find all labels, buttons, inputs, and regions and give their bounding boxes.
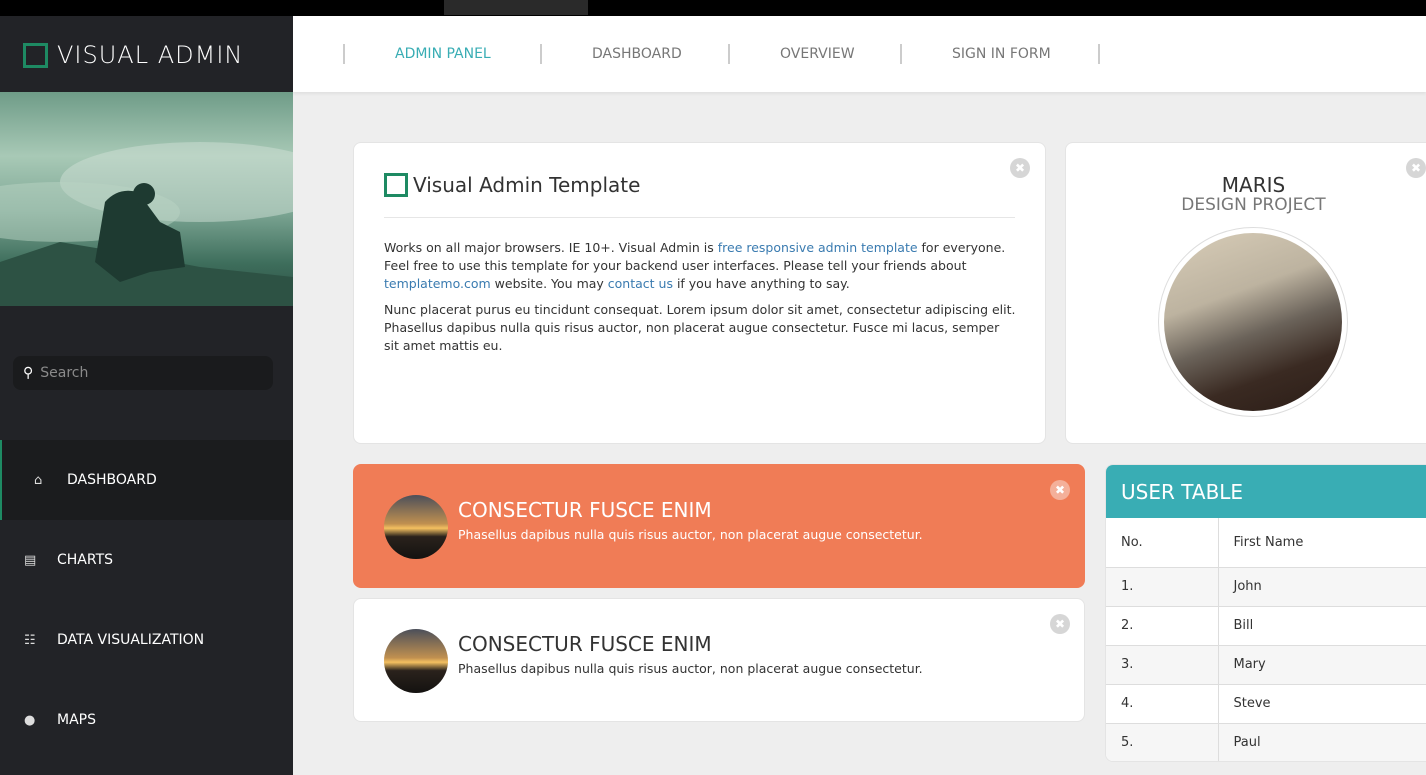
menu-dashboard[interactable]: DASHBOARD bbox=[592, 46, 682, 62]
column-header-first-name: First Name bbox=[1233, 534, 1304, 550]
sidebar-item-dashboard[interactable]: ⌂ DASHBOARD bbox=[0, 440, 293, 520]
search-icon: ⚲ bbox=[23, 365, 34, 381]
profile-subtitle: DESIGN PROJECT bbox=[1181, 195, 1326, 215]
square-icon bbox=[384, 173, 408, 197]
table-row[interactable]: 1. John bbox=[1106, 566, 1426, 606]
divider bbox=[384, 217, 1015, 218]
sidebar-hero-image bbox=[0, 92, 293, 306]
profile-image bbox=[1158, 227, 1348, 417]
close-icon[interactable]: ✖ bbox=[1010, 158, 1030, 178]
divider bbox=[900, 44, 902, 64]
templatemo-link[interactable]: templatemo.com bbox=[384, 276, 491, 291]
sidebar-item-label: MAPS bbox=[57, 712, 96, 728]
browser-top-bar bbox=[0, 0, 1426, 16]
table-header-row: No. First Name bbox=[1106, 518, 1426, 567]
admin-template-link[interactable]: free responsive admin template bbox=[718, 240, 918, 255]
media-card-orange: ✖ CONSECTUR FUSCE ENIM Phasellus dapibus… bbox=[353, 464, 1085, 588]
sunset-thumbnail bbox=[384, 495, 448, 559]
browser-tab[interactable] bbox=[444, 0, 588, 15]
logo-square-icon bbox=[23, 42, 48, 68]
table-row[interactable]: 4. Steve bbox=[1106, 683, 1426, 723]
table-row[interactable]: 5. Paul bbox=[1106, 722, 1426, 761]
profile-card: ✖ MARIS DESIGN PROJECT bbox=[1065, 142, 1426, 444]
app-title: VISUAL ADMIN bbox=[57, 41, 244, 69]
hiker-illustration bbox=[0, 142, 293, 306]
divider bbox=[1098, 44, 1100, 64]
user-table-card: USER TABLE No. First Name 1. John 2. Bill 3… bbox=[1105, 464, 1426, 762]
intro-paragraph-2: Nunc placerat purus eu tincidunt consequ… bbox=[384, 302, 1016, 353]
column-header-no: No. bbox=[1106, 518, 1219, 567]
search-box[interactable]: ⚲ bbox=[13, 356, 273, 390]
sidebar-item-charts[interactable]: ▤ CHARTS bbox=[0, 520, 293, 600]
divider bbox=[540, 44, 542, 64]
divider bbox=[728, 44, 730, 64]
sidebar: VISUAL ADMIN ⚲ ⌂ DASHBOARD ▤ CHARTS ☷ DATA … bbox=[0, 16, 293, 775]
top-nav: ADMIN PANEL DASHBOARD OVERVIEW SIGN IN F… bbox=[293, 16, 1426, 92]
contact-us-link[interactable]: contact us bbox=[608, 276, 673, 291]
menu-overview[interactable]: OVERVIEW bbox=[780, 46, 855, 62]
bike-rack-photo bbox=[1164, 233, 1342, 411]
close-icon[interactable]: ✖ bbox=[1050, 614, 1070, 634]
close-icon[interactable]: ✖ bbox=[1050, 480, 1070, 500]
profile-name: MARIS bbox=[1221, 173, 1286, 197]
media-title: CONSECTUR FUSCE ENIM bbox=[458, 498, 712, 522]
user-table-title: USER TABLE bbox=[1106, 465, 1426, 518]
media-text: Phasellus dapibus nulla quis risus aucto… bbox=[458, 527, 923, 542]
intro-title-text: Visual Admin Template bbox=[413, 173, 641, 197]
intro-card: ✖ Visual Admin Template Works on all maj… bbox=[353, 142, 1046, 444]
media-title: CONSECTUR FUSCE ENIM bbox=[458, 632, 712, 656]
intro-paragraph-1: Works on all major browsers. IE 10+. Vis… bbox=[384, 240, 1006, 291]
table-row[interactable]: 3. Mary bbox=[1106, 644, 1426, 684]
bar-chart-icon: ▤ bbox=[24, 552, 37, 568]
media-card-white: ✖ CONSECTUR FUSCE ENIM Phasellus dapibus… bbox=[353, 598, 1085, 722]
menu-sign-in-form[interactable]: SIGN IN FORM bbox=[952, 46, 1051, 62]
search-input[interactable] bbox=[40, 365, 241, 381]
sunset-thumbnail bbox=[384, 629, 448, 693]
sidebar-item-label: DASHBOARD bbox=[67, 472, 157, 488]
logo[interactable]: VISUAL ADMIN bbox=[23, 41, 243, 69]
sidebar-item-label: DATA VISUALIZATION bbox=[57, 632, 205, 648]
database-icon: ☷ bbox=[24, 632, 36, 648]
map-marker-icon: ● bbox=[24, 712, 36, 728]
user-table: No. First Name 1. John 2. Bill 3. Mary 4. Ste… bbox=[1106, 518, 1426, 761]
table-row[interactable]: 2. Bill bbox=[1106, 605, 1426, 645]
sidebar-item-maps[interactable]: ● MAPS bbox=[0, 680, 293, 760]
divider bbox=[343, 44, 345, 64]
menu-admin-panel[interactable]: ADMIN PANEL bbox=[395, 46, 491, 62]
home-icon: ⌂ bbox=[34, 472, 43, 488]
intro-title: Visual Admin Template bbox=[384, 173, 640, 197]
media-text: Phasellus dapibus nulla quis risus aucto… bbox=[458, 661, 923, 676]
sidebar-item-label: CHARTS bbox=[57, 552, 114, 568]
sidebar-item-data-visualization[interactable]: ☷ DATA VISUALIZATION bbox=[0, 600, 293, 680]
